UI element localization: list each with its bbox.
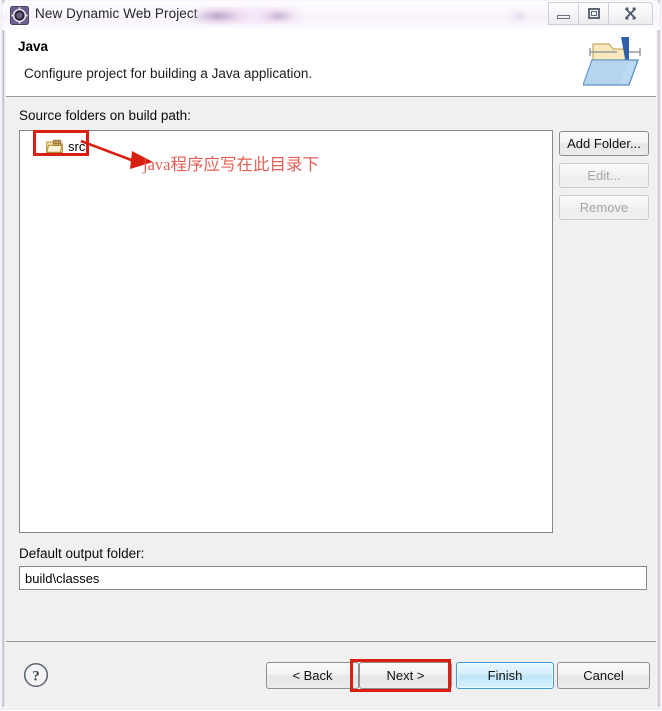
next-button[interactable]: Next > — [359, 662, 452, 689]
finish-button[interactable]: Finish — [456, 662, 554, 689]
maximize-button[interactable] — [579, 2, 609, 25]
source-folders-list[interactable]: src — [19, 130, 553, 533]
page-description: Configure project for building a Java ap… — [24, 66, 313, 81]
close-icon — [624, 7, 637, 20]
minimize-icon — [557, 15, 570, 19]
output-folder-label: Default output folder: — [19, 546, 145, 561]
window-title: New Dynamic Web Project — [35, 6, 198, 21]
help-question-icon[interactable]: ? — [23, 662, 49, 688]
window-border-bottom — [0, 707, 662, 711]
edit-button: Edit... — [559, 163, 649, 188]
window-border-left — [0, 0, 5, 711]
window-controls — [548, 2, 653, 25]
title-bar: New Dynamic Web Project — [2, 0, 660, 30]
eclipse-wizard-icon — [10, 6, 29, 25]
add-folder-button[interactable]: Add Folder... — [559, 131, 649, 156]
maximize-icon-inner — [591, 11, 597, 16]
list-item[interactable]: src — [46, 137, 85, 155]
remove-button: Remove — [559, 195, 649, 220]
list-item-label: src — [68, 138, 86, 154]
cancel-button[interactable]: Cancel — [557, 662, 650, 689]
output-folder-input[interactable] — [19, 566, 647, 590]
close-button[interactable] — [609, 2, 653, 25]
wizard-content: Source folders on build path: src Add Fo… — [6, 98, 656, 641]
source-folder-actions: Add Folder... Edit... Remove — [559, 131, 649, 227]
wizard-footer: ? < Back Next > Finish Cancel — [6, 642, 656, 707]
wizard-header: Java Configure project for building a Ja… — [6, 29, 656, 97]
redacted-title-region — [192, 7, 304, 24]
page-title: Java — [18, 39, 49, 54]
source-folder-icon — [46, 139, 63, 154]
back-button[interactable]: < Back — [266, 662, 359, 689]
java-folder-icon — [582, 34, 645, 92]
source-folders-label: Source folders on build path: — [19, 108, 191, 123]
svg-text:?: ? — [32, 668, 40, 684]
minimize-button[interactable] — [548, 2, 579, 25]
dialog-window: New Dynamic Web Project Java Configure p… — [0, 0, 662, 711]
window-border-right — [657, 0, 662, 711]
